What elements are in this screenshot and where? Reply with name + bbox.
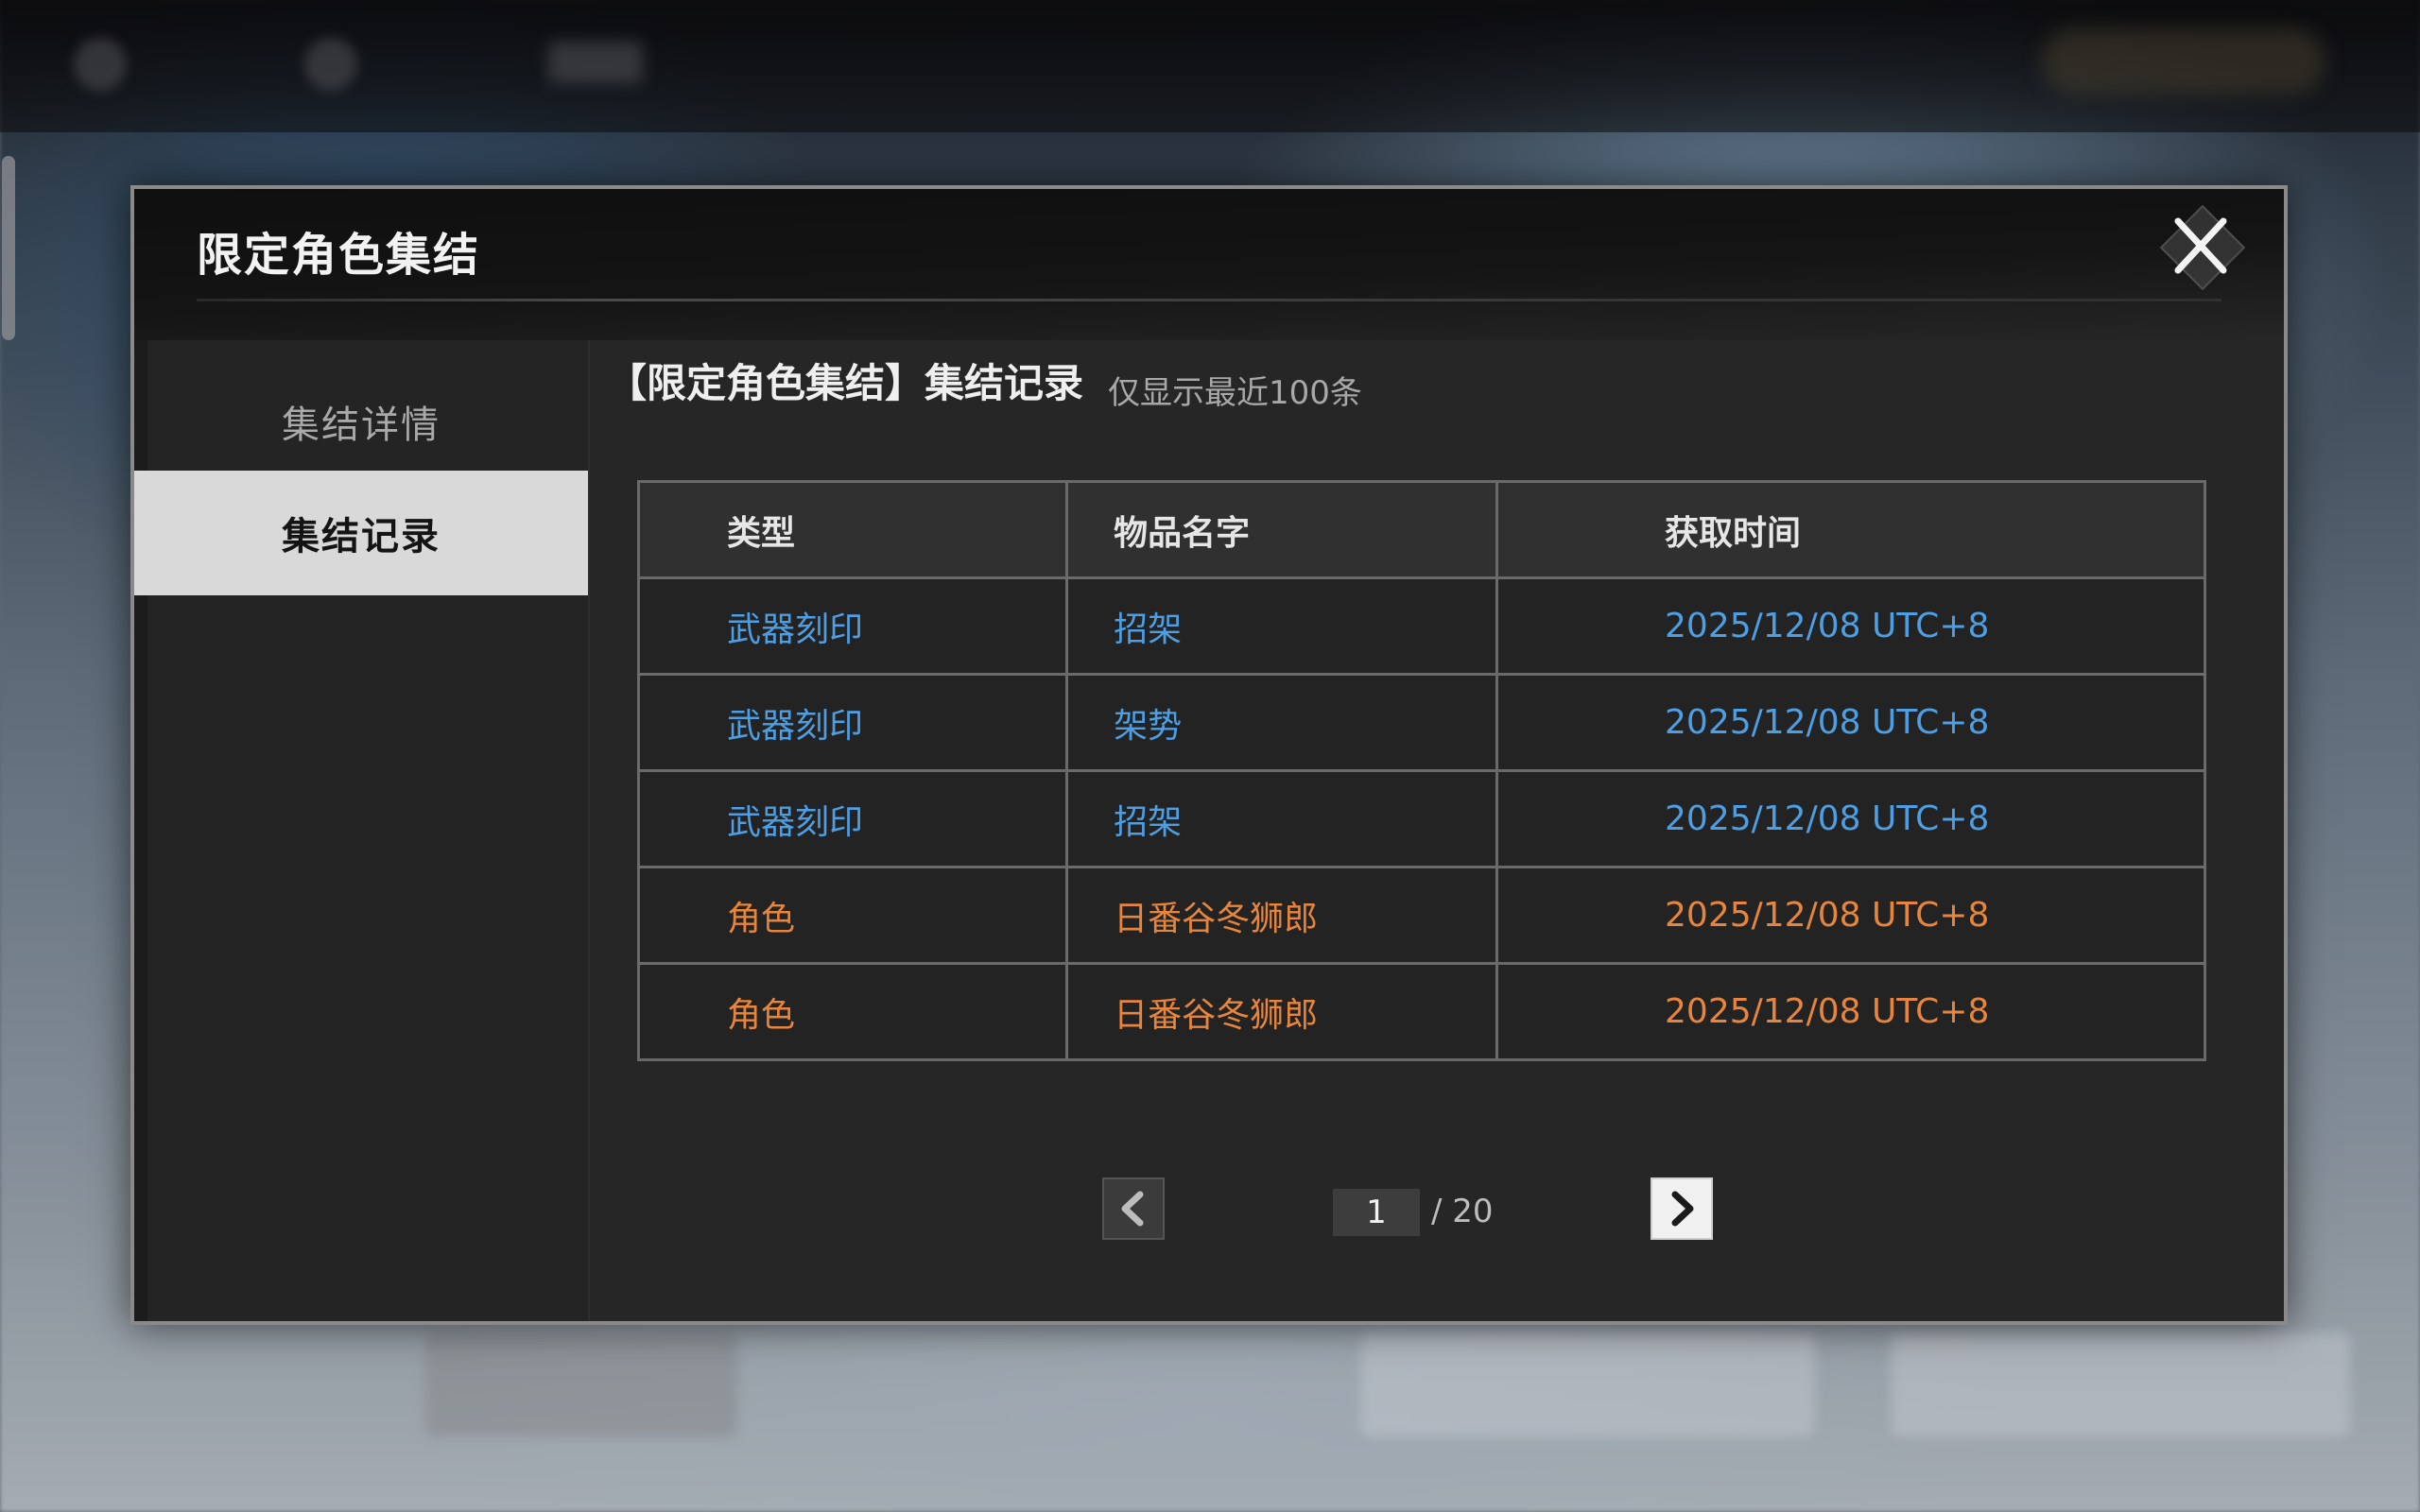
blurred-title (548, 42, 643, 83)
blurred-bottom-button (1361, 1332, 1815, 1436)
cell-item-name: 招架 (1065, 576, 1499, 676)
cell-item-name: 招架 (1065, 769, 1499, 868)
table-row: 角色 日番谷冬狮郎 2025/12/08 UTC+8 (636, 962, 2206, 1061)
next-page-button[interactable] (1651, 1177, 1713, 1240)
table-row: 武器刻印 架势 2025/12/08 UTC+8 (636, 673, 2206, 772)
blurred-back-icon (74, 38, 127, 91)
close-button[interactable] (2146, 204, 2256, 291)
blurred-bottom-item (425, 1332, 737, 1436)
tab-rally-details[interactable]: 集结详情 (134, 359, 588, 484)
blurred-home-icon (304, 38, 357, 91)
scroll-indicator (2, 156, 15, 340)
cell-time: 2025/12/08 UTC+8 (1495, 866, 2206, 965)
tab-label: 集结记录 (282, 515, 441, 558)
chevron-left-icon (1121, 1191, 1144, 1227)
tab-rally-records[interactable]: 集结记录 (134, 471, 588, 595)
cell-type: 武器刻印 (636, 576, 1069, 676)
cell-item-name: 架势 (1065, 673, 1499, 772)
sidebar: 集结详情 集结记录 (134, 340, 590, 1321)
cell-item-name: 日番谷冬狮郎 (1065, 962, 1499, 1061)
table-row: 角色 日番谷冬狮郎 2025/12/08 UTC+8 (636, 866, 2206, 965)
cell-type: 角色 (636, 866, 1069, 965)
cell-time: 2025/12/08 UTC+8 (1495, 673, 2206, 772)
gacha-record-dialog: 限定角色集结 集结详情 集结记录 【限定角色集结】集结记录 仅显示最近100条 … (130, 185, 2288, 1325)
header-type: 类型 (636, 480, 1069, 579)
dialog-title: 限定角色集结 (197, 229, 481, 282)
previous-page-button[interactable] (1102, 1177, 1165, 1240)
chevron-right-icon (1671, 1191, 1694, 1227)
cell-type: 武器刻印 (636, 769, 1069, 868)
table-row: 武器刻印 招架 2025/12/08 UTC+8 (636, 576, 2206, 676)
header-item-name: 物品名字 (1065, 480, 1499, 579)
section-title: 【限定角色集结】集结记录 (607, 360, 1084, 406)
section-subtitle: 仅显示最近100条 (1108, 374, 1362, 412)
header-time: 获取时间 (1495, 480, 2206, 579)
records-table: 类型 物品名字 获取时间 武器刻印 招架 2025/12/08 UTC+8 武器… (636, 480, 2206, 1061)
page-total: / 20 (1431, 1193, 1494, 1230)
cell-time: 2025/12/08 UTC+8 (1495, 576, 2206, 676)
table-row: 武器刻印 招架 2025/12/08 UTC+8 (636, 769, 2206, 868)
close-icon (2174, 217, 2227, 274)
tab-label: 集结详情 (282, 404, 441, 447)
blurred-currency (2042, 28, 2325, 94)
blurred-top-bar (0, 0, 2420, 132)
cell-time: 2025/12/08 UTC+8 (1495, 962, 2206, 1061)
blurred-bottom-button (1891, 1332, 2350, 1436)
cell-type: 武器刻印 (636, 673, 1069, 772)
page-number-input[interactable] (1333, 1189, 1420, 1236)
cell-item-name: 日番谷冬狮郎 (1065, 866, 1499, 965)
table-header-row: 类型 物品名字 获取时间 (636, 480, 2206, 579)
cell-time: 2025/12/08 UTC+8 (1495, 769, 2206, 868)
cell-type: 角色 (636, 962, 1069, 1061)
